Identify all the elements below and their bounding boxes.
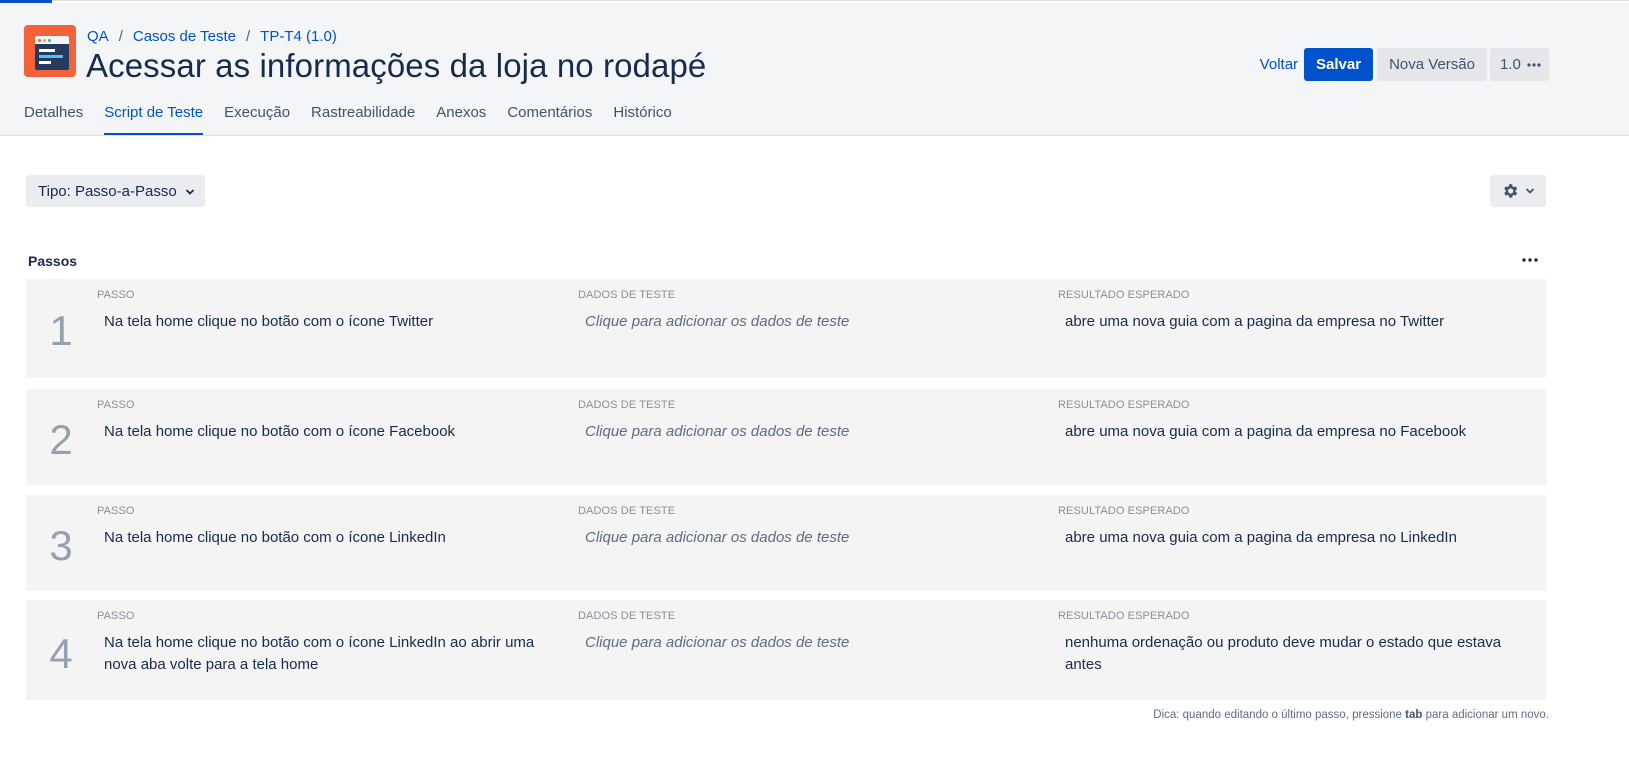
settings-menu-button[interactable] — [1490, 175, 1546, 207]
gear-icon — [1504, 184, 1518, 198]
new-version-button[interactable]: Nova Versão — [1377, 48, 1487, 81]
header-actions: Voltar Salvar Nova Versão 1.0 — [1255, 48, 1549, 81]
expected-result[interactable]: abre uma nova guia com a pagina da empre… — [1058, 527, 1518, 549]
expected-column-label: RESULTADO ESPERADO — [1058, 289, 1190, 301]
expected-result[interactable]: nenhuma ordenação ou produto deve mudar … — [1058, 632, 1518, 676]
script-type-label: Tipo: Passo-a-Passo — [38, 182, 177, 200]
test-data-field[interactable]: Clique para adicionar os dados de teste — [578, 527, 1038, 549]
script-type-select[interactable]: Tipo: Passo-a-Passo — [26, 175, 205, 207]
steps-section-title: Passos — [28, 253, 78, 269]
more-horizontal-icon — [1522, 258, 1538, 262]
tab-bar: Detalhes Script de Teste Execução Rastre… — [24, 101, 693, 135]
steps-more-button[interactable] — [1518, 250, 1542, 270]
tab-execucao[interactable]: Execução — [224, 101, 290, 135]
step-number: 4 — [49, 630, 73, 677]
expected-column-label: RESULTADO ESPERADO — [1058, 505, 1190, 517]
hint-text-after: para adicionar um novo. — [1425, 709, 1549, 721]
step-description[interactable]: Na tela home clique no botão com o ícone… — [97, 421, 557, 443]
test-data-field[interactable]: Clique para adicionar os dados de teste — [578, 311, 1038, 333]
hint-key: tab — [1405, 709, 1423, 721]
top-border — [0, 0, 1629, 1]
hint-text-before: Dica: quando editando o último passo, pr… — [1153, 709, 1402, 721]
expected-result[interactable]: abre uma nova guia com a pagina da empre… — [1058, 311, 1518, 333]
step-row[interactable]: 2 PASSO Na tela home clique no botão com… — [26, 389, 1546, 485]
step-number: 2 — [49, 416, 73, 463]
test-data-field[interactable]: Clique para adicionar os dados de teste — [578, 421, 1038, 443]
page-title: Acessar as informações da loja no rodapé — [86, 47, 707, 84]
tab-detalhes[interactable]: Detalhes — [24, 101, 83, 135]
step-row[interactable]: 4 PASSO Na tela home clique no botão com… — [26, 600, 1546, 700]
tab-script-de-teste[interactable]: Script de Teste — [104, 101, 204, 135]
more-horizontal-icon — [1527, 63, 1541, 67]
step-column-label: PASSO — [97, 289, 135, 301]
tab-historico[interactable]: Histórico — [613, 101, 671, 135]
test-data-field[interactable]: Clique para adicionar os dados de teste — [578, 632, 1038, 654]
tab-anexos[interactable]: Anexos — [436, 101, 486, 135]
step-number: 1 — [49, 307, 73, 354]
tab-comentarios[interactable]: Comentários — [507, 101, 592, 135]
editing-hint: Dica: quando editando o último passo, pr… — [1153, 709, 1549, 721]
back-button[interactable]: Voltar — [1255, 48, 1303, 81]
step-row[interactable]: 1 PASSO Na tela home clique no botão com… — [26, 279, 1546, 378]
step-column-label: PASSO — [97, 610, 135, 622]
tab-rastreabilidade[interactable]: Rastreabilidade — [311, 101, 415, 135]
step-column-label: PASSO — [97, 399, 135, 411]
chevron-down-icon — [185, 183, 195, 200]
data-column-label: DADOS DE TESTE — [578, 505, 676, 517]
data-column-label: DADOS DE TESTE — [578, 289, 676, 301]
expected-column-label: RESULTADO ESPERADO — [1058, 399, 1190, 411]
step-description[interactable]: Na tela home clique no botão com o ícone… — [97, 527, 557, 549]
save-button[interactable]: Salvar — [1304, 48, 1374, 81]
version-menu-button[interactable]: 1.0 — [1489, 48, 1549, 81]
expected-column-label: RESULTADO ESPERADO — [1058, 610, 1190, 622]
step-number: 3 — [49, 522, 73, 569]
data-column-label: DADOS DE TESTE — [578, 610, 676, 622]
chevron-down-icon — [1525, 188, 1535, 194]
breadcrumb-section[interactable]: Casos de Teste — [133, 28, 236, 45]
page-header: QA / Casos de Teste / TP-T4 (1.0) Acessar as… — [0, 3, 1629, 136]
app-logo-icon — [24, 25, 76, 77]
data-column-label: DADOS DE TESTE — [578, 399, 676, 411]
breadcrumb: QA / Casos de Teste / TP-T4 (1.0) — [87, 28, 337, 45]
breadcrumb-project[interactable]: QA — [87, 28, 109, 45]
step-row[interactable]: 3 PASSO Na tela home clique no botão com… — [26, 495, 1546, 591]
expected-result[interactable]: abre uma nova guia com a pagina da empre… — [1058, 421, 1518, 443]
step-column-label: PASSO — [97, 505, 135, 517]
breadcrumb-item[interactable]: TP-T4 (1.0) — [260, 28, 337, 45]
version-label: 1.0 — [1499, 56, 1521, 73]
step-description[interactable]: Na tela home clique no botão com o ícone… — [97, 632, 557, 676]
step-description[interactable]: Na tela home clique no botão com o ícone… — [97, 311, 557, 333]
